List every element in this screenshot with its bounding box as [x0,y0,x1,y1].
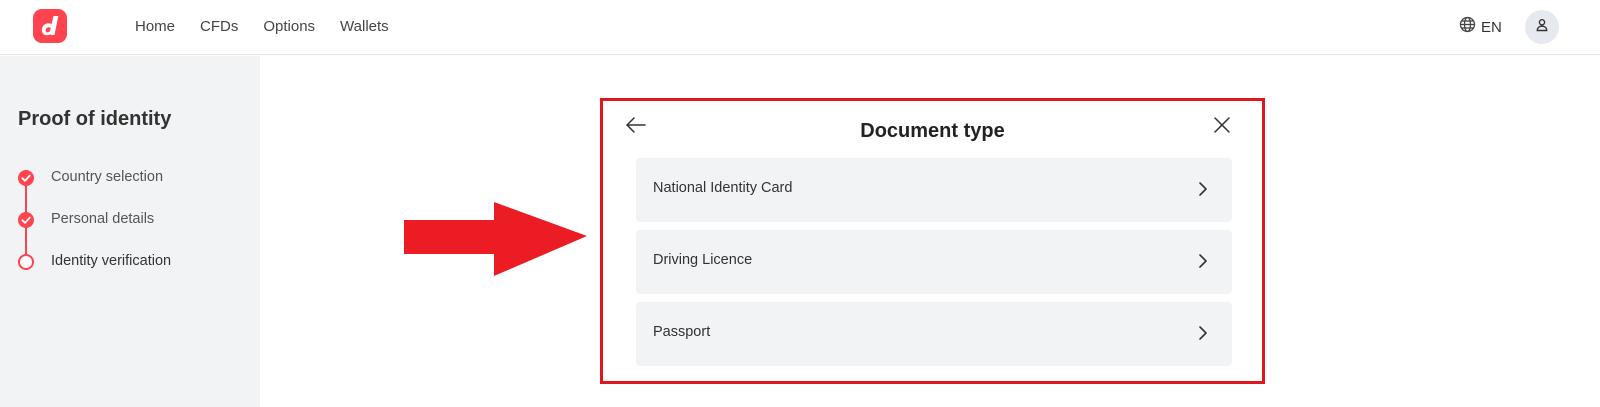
globe-icon [1459,16,1476,38]
chevron-right-icon [1198,253,1208,274]
check-icon [18,212,34,228]
option-label: Passport [653,324,711,340]
language-switcher[interactable]: EN [1459,16,1502,38]
step-label: Personal details [51,211,155,227]
check-icon [18,170,34,186]
nav-wallets[interactable]: Wallets [340,18,389,35]
option-label: National Identity Card [653,180,793,196]
nav-options[interactable]: Options [263,18,315,35]
account-button[interactable] [1525,10,1559,44]
nav-home[interactable]: Home [135,18,175,35]
document-type-modal: Document type National Identity Card Dri… [600,98,1265,384]
deriv-logo-icon[interactable] [33,9,67,43]
option-passport[interactable]: Passport [636,302,1232,366]
step-label: Country selection [51,169,164,185]
annotation-arrow-icon [404,202,587,281]
step-label: Identity verification [51,253,172,269]
option-label: Driving Licence [653,252,753,268]
chevron-right-icon [1198,181,1208,202]
language-code: EN [1481,18,1502,36]
verification-sidebar: Proof of identity Country selection Pers… [0,56,260,407]
page-title: Proof of identity [18,108,172,130]
close-icon[interactable] [1213,116,1231,139]
top-header: Home CFDs Options Wallets EN [0,0,1600,55]
modal-title: Document type [860,120,1005,142]
current-step-icon [18,254,34,270]
nav-cfds[interactable]: CFDs [200,18,238,35]
option-driving-licence[interactable]: Driving Licence [636,230,1232,294]
option-national-identity-card[interactable]: National Identity Card [636,158,1232,222]
chevron-right-icon [1198,325,1208,346]
main-nav: Home CFDs Options Wallets [135,0,414,52]
user-icon [1535,18,1549,37]
